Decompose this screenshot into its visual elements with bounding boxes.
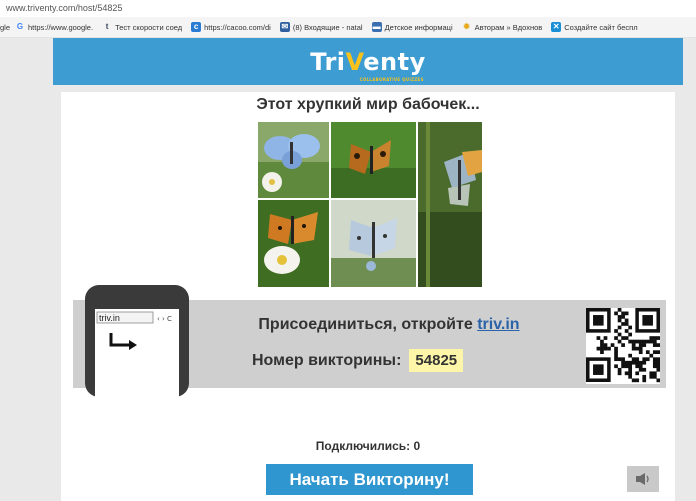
bookmarks-bar: gle G https://www.google. t Тест скорост… [0, 17, 696, 38]
butterfly-photo-1 [258, 122, 329, 198]
join-link[interactable]: triv.in [477, 316, 519, 333]
bookmark-kids[interactable]: ▬ Детское информаці [371, 22, 453, 32]
address-bar[interactable]: www.triventy.com/host/54825 [0, 0, 696, 17]
bookmark-label: Тест скорости соед [115, 22, 183, 32]
bookmark-mail[interactable]: ✉ (8) Входящие - natal [279, 22, 363, 32]
quiz-number-row: Номер викторины: 54825 [252, 349, 464, 372]
bookmark-label: Детское информаці [384, 22, 453, 32]
mail-icon: ✉ [279, 22, 290, 32]
speaker-icon [636, 473, 649, 485]
logo-tagline: COLLABORATIVE QUIZZES [359, 76, 424, 82]
site-icon: ✕ [551, 22, 562, 32]
bookmark-authors[interactable]: ✹ Авторам » Вдохнов [462, 22, 543, 32]
bookmark-create-site[interactable]: ✕ Создайте сайт беспл [551, 22, 638, 32]
bookmark-label: Авторам » Вдохнов [474, 22, 543, 32]
join-instructions: Присоединиться, откройте triv.in [224, 316, 554, 334]
bookmark-label: Создайте сайт беспл [564, 22, 638, 32]
cacoo-icon: c [191, 22, 202, 32]
bookmark-cacoo[interactable]: c https://cacoo.com/di [191, 22, 271, 32]
sound-toggle-button[interactable] [627, 466, 659, 492]
triventy-logo[interactable]: TriVenty COLLABORATIVE QUIZZES [310, 48, 426, 82]
phone-illustration: triv.in ‹ › C [83, 285, 193, 400]
bookmark-label: (8) Входящие - natal [292, 22, 363, 32]
connected-count: Подключились: 0 [315, 439, 421, 453]
bookmark-google[interactable]: G https://www.google. [15, 22, 93, 32]
star-icon: ✹ [463, 22, 470, 31]
bookmark-label: https://www.google. [28, 22, 94, 32]
svg-text:‹ › C: ‹ › C [157, 315, 172, 323]
bookmark-label: https://cacoo.com/di [204, 22, 271, 32]
tumblr-icon: t [105, 22, 109, 31]
bookmark-speedtest[interactable]: t Тест скорости соед [102, 22, 182, 32]
join-prefix: Присоединиться, откройте [258, 316, 473, 333]
quiz-title: Этот хрупкий мир бабочек... [256, 96, 480, 113]
quiz-number-label: Номер викторины: [252, 351, 402, 369]
butterfly-photo-4 [258, 200, 329, 287]
start-quiz-button[interactable]: Начать Викторину! [266, 464, 473, 495]
butterfly-photo-3 [418, 122, 482, 287]
butterfly-photo-5 [331, 200, 416, 287]
butterfly-photo-2 [331, 122, 416, 198]
doc-icon: ▬ [371, 22, 382, 32]
phone-url-text: triv.in [99, 313, 120, 323]
quiz-number: 54825 [409, 349, 464, 372]
quiz-image-collage [258, 122, 482, 287]
qr-code [586, 308, 661, 384]
google-icon: G [16, 22, 24, 31]
bookmark-partial[interactable]: gle [0, 23, 10, 32]
site-header: TriVenty COLLABORATIVE QUIZZES [53, 38, 683, 85]
